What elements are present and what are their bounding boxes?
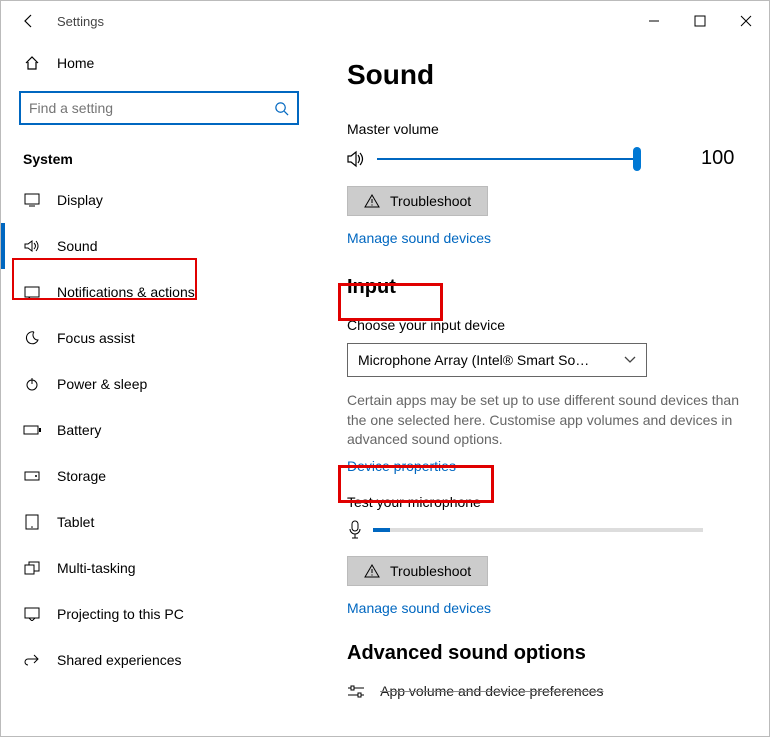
- titlebar: Settings: [1, 1, 769, 41]
- display-icon: [23, 193, 41, 207]
- sidebar-item-label: Projecting to this PC: [57, 606, 184, 622]
- sidebar-item-label: Sound: [57, 238, 97, 254]
- warning-icon: [364, 194, 380, 208]
- window-title: Settings: [57, 14, 104, 29]
- troubleshoot-input-button[interactable]: Troubleshoot: [347, 556, 488, 586]
- app-volume-label: App volume and device preferences: [380, 683, 603, 699]
- close-button[interactable]: [723, 5, 769, 37]
- projecting-icon: [23, 607, 41, 621]
- device-properties-link[interactable]: Device properties: [347, 458, 749, 474]
- master-volume-label: Master volume: [347, 121, 749, 137]
- sidebar-item-label: Multi-tasking: [57, 560, 136, 576]
- sound-icon: [23, 239, 41, 253]
- sidebar-item-sound[interactable]: Sound: [1, 223, 291, 269]
- storage-icon: [23, 470, 41, 482]
- advanced-sound-heading: Advanced sound options: [347, 642, 749, 665]
- manage-sound-devices-link-output[interactable]: Manage sound devices: [347, 230, 749, 246]
- home-nav[interactable]: Home: [1, 41, 291, 85]
- multitasking-icon: [23, 561, 41, 575]
- troubleshoot-output-button[interactable]: Troubleshoot: [347, 186, 488, 216]
- sidebar-item-display[interactable]: Display: [1, 177, 291, 223]
- notifications-icon: [23, 285, 41, 299]
- sidebar-item-projecting[interactable]: Projecting to this PC: [1, 591, 291, 637]
- sidebar-item-label: Battery: [57, 422, 101, 438]
- shared-icon: [23, 653, 41, 667]
- search-icon: [274, 101, 289, 116]
- section-label: System: [23, 151, 291, 167]
- home-icon: [23, 55, 41, 71]
- slider-thumb[interactable]: [633, 147, 641, 171]
- sidebar-item-notifications[interactable]: Notifications & actions: [1, 269, 291, 315]
- mic-level-meter: [373, 528, 703, 532]
- sidebar-item-label: Storage: [57, 468, 106, 484]
- sidebar-item-focus-assist[interactable]: Focus assist: [1, 315, 291, 361]
- back-button[interactable]: [19, 11, 39, 31]
- sidebar-item-label: Notifications & actions: [57, 284, 195, 300]
- sidebar-item-shared-experiences[interactable]: Shared experiences: [1, 637, 291, 683]
- warning-icon: [364, 564, 380, 578]
- page-title: Sound: [347, 59, 749, 91]
- input-heading: Input: [347, 276, 749, 299]
- sliders-icon: [347, 685, 365, 699]
- main-content: Sound Master volume 100 Troubleshoot Man…: [309, 41, 769, 736]
- chevron-down-icon: [624, 356, 636, 364]
- input-device-dropdown[interactable]: Microphone Array (Intel® Smart So…: [347, 343, 647, 377]
- sidebar-item-multitasking[interactable]: Multi-tasking: [1, 545, 291, 591]
- test-mic-label: Test your microphone: [347, 494, 749, 510]
- sidebar-item-label: Power & sleep: [57, 376, 147, 392]
- speaker-icon: [347, 150, 367, 168]
- home-label: Home: [57, 55, 94, 71]
- maximize-button[interactable]: [677, 5, 723, 37]
- sidebar-item-battery[interactable]: Battery: [1, 407, 291, 453]
- microphone-icon: [347, 520, 363, 540]
- app-volume-row[interactable]: App volume and device preferences: [347, 683, 749, 699]
- mic-level-fill: [373, 528, 390, 532]
- battery-icon: [23, 424, 41, 436]
- master-volume-value: 100: [701, 147, 734, 170]
- sidebar-item-label: Display: [57, 192, 103, 208]
- sidebar-item-power-sleep[interactable]: Power & sleep: [1, 361, 291, 407]
- sidebar-item-tablet[interactable]: Tablet: [1, 499, 291, 545]
- search-box[interactable]: [19, 91, 299, 125]
- power-icon: [23, 376, 41, 392]
- moon-icon: [23, 330, 41, 346]
- sidebar-item-storage[interactable]: Storage: [1, 453, 291, 499]
- manage-sound-devices-link-input[interactable]: Manage sound devices: [347, 600, 749, 616]
- minimize-button[interactable]: [631, 5, 677, 37]
- search-input[interactable]: [29, 100, 274, 116]
- sidebar-item-label: Shared experiences: [57, 652, 182, 668]
- sidebar-item-label: Tablet: [57, 514, 94, 530]
- dropdown-value: Microphone Array (Intel® Smart So…: [358, 352, 589, 368]
- master-volume-slider[interactable]: [377, 158, 637, 160]
- button-label: Troubleshoot: [390, 563, 471, 579]
- sidebar: Home System Display Sound Notifications …: [1, 41, 309, 736]
- tablet-icon: [23, 514, 41, 530]
- choose-input-label: Choose your input device: [347, 317, 749, 333]
- sidebar-item-label: Focus assist: [57, 330, 135, 346]
- button-label: Troubleshoot: [390, 193, 471, 209]
- input-help-text: Certain apps may be set up to use differ…: [347, 391, 747, 450]
